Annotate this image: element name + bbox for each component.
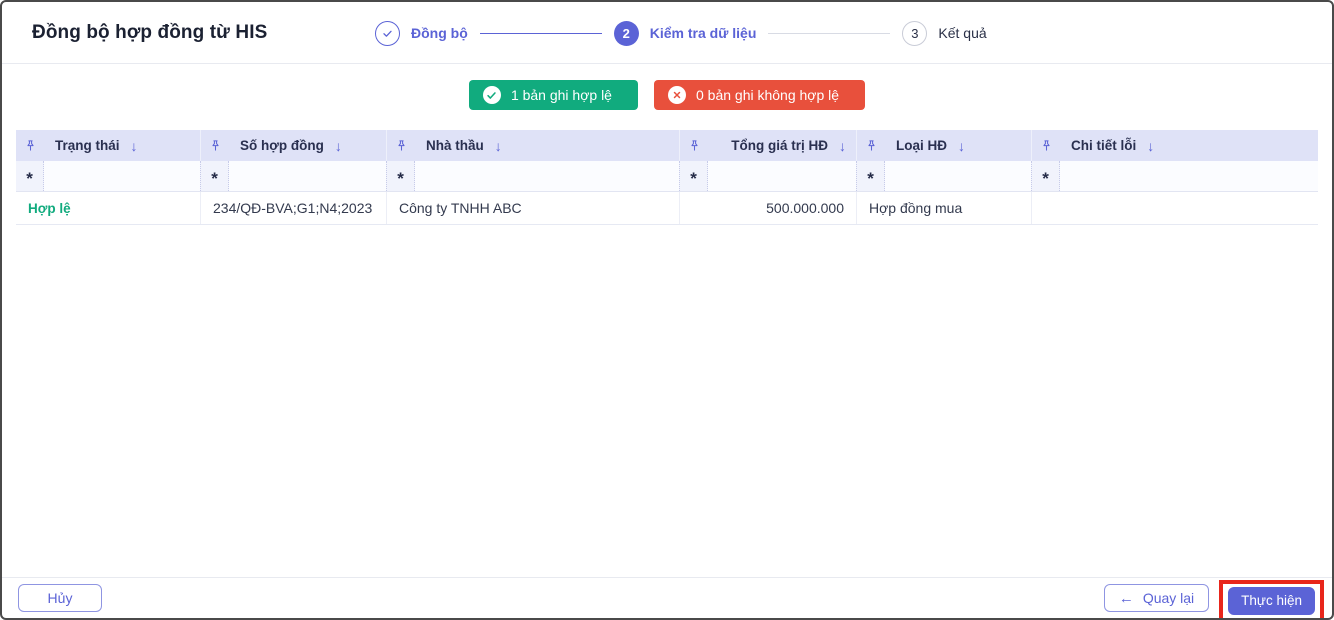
sort-descending-icon[interactable]: ↓	[839, 138, 846, 154]
sort-descending-icon[interactable]: ↓	[335, 138, 342, 154]
table-header-row: Trạng thái ↓ Số hợp đồng ↓ Nhà thầu ↓ Tổ…	[16, 130, 1318, 161]
pin-icon[interactable]	[209, 139, 222, 152]
cell-status: Hợp lệ	[16, 192, 201, 224]
dialog-header: Đồng bộ hợp đồng từ HIS Đồng bộ 2 Kiểm t…	[2, 2, 1332, 64]
sort-descending-icon[interactable]: ↓	[958, 138, 965, 154]
cell-error-detail	[1032, 192, 1318, 224]
cell-contract-number: 234/QĐ-BVA;G1;N4;2023	[201, 192, 387, 224]
valid-records-label: 1 bản ghi hợp lệ	[510, 87, 612, 103]
cell-contract-type: Hợp đồng mua	[857, 192, 1032, 224]
filter-input-status[interactable]	[44, 161, 200, 191]
invalid-records-badge: 0 bản ghi không hợp lệ	[653, 80, 866, 110]
filter-input-total-value[interactable]	[708, 161, 856, 191]
filter-cell-total-value: *	[680, 161, 857, 191]
pin-icon[interactable]	[395, 139, 408, 152]
valid-records-badge: 1 bản ghi hợp lệ	[468, 80, 638, 110]
column-header-total-value[interactable]: Tổng giá trị HĐ ↓	[680, 130, 857, 161]
record-summary: 1 bản ghi hợp lệ 0 bản ghi không hợp lệ	[2, 64, 1332, 110]
step-done-circle	[375, 20, 400, 46]
filter-cell-contract-type: *	[857, 161, 1032, 191]
column-label: Loại HĐ	[896, 138, 948, 153]
filter-cell-contractor: *	[387, 161, 680, 191]
left-arrow-icon: ←	[1118, 589, 1134, 607]
table-row[interactable]: Hợp lệ 234/QĐ-BVA;G1;N4;2023 Công ty TNH…	[16, 192, 1318, 225]
step-label: Kết quả	[938, 25, 987, 41]
step-number: 3	[902, 20, 928, 46]
step-label: Kiểm tra dữ liệu	[649, 25, 757, 41]
cancel-button[interactable]: Hủy	[18, 584, 102, 612]
table-filter-row: * * * * * *	[16, 161, 1318, 192]
back-button[interactable]: ← Quay lại	[1103, 584, 1210, 612]
column-header-error-detail[interactable]: Chi tiết lỗi ↓	[1032, 130, 1318, 161]
filter-input-contract-type[interactable]	[885, 161, 1031, 191]
annotation-highlight-box: Thực hiện	[1219, 579, 1324, 618]
column-label: Tổng giá trị HĐ	[731, 138, 828, 153]
invalid-records-label: 0 bản ghi không hợp lệ	[695, 87, 840, 103]
stepper: Đồng bộ 2 Kiểm tra dữ liệu 3 Kết quả	[375, 2, 987, 64]
stepper-step-result[interactable]: 3 Kết quả	[902, 20, 987, 46]
page-title: Đồng bộ hợp đồng từ HIS	[32, 21, 268, 43]
filter-operator-icon[interactable]: *	[1032, 161, 1060, 191]
filter-cell-error-detail: *	[1032, 161, 1318, 191]
filter-cell-contract-number: *	[201, 161, 387, 191]
column-label: Trạng thái	[55, 138, 120, 153]
contracts-table: Trạng thái ↓ Số hợp đồng ↓ Nhà thầu ↓ Tổ…	[16, 130, 1318, 225]
column-header-contract-number[interactable]: Số hợp đồng ↓	[201, 130, 387, 161]
filter-operator-icon[interactable]: *	[387, 161, 415, 191]
pin-icon[interactable]	[24, 139, 37, 152]
pin-icon[interactable]	[1040, 139, 1053, 152]
stepper-step-sync[interactable]: Đồng bộ	[375, 20, 468, 46]
cell-contractor: Công ty TNHH ABC	[387, 192, 680, 224]
stepper-connector	[768, 32, 891, 34]
check-circle-icon	[482, 86, 501, 104]
cell-total-value: 500.000.000	[680, 192, 857, 224]
filter-operator-icon[interactable]: *	[857, 161, 885, 191]
step-label: Đồng bộ	[411, 25, 468, 41]
sync-contract-dialog: Đồng bộ hợp đồng từ HIS Đồng bộ 2 Kiểm t…	[0, 0, 1334, 620]
column-header-status[interactable]: Trạng thái ↓	[16, 130, 201, 161]
check-icon	[381, 27, 394, 40]
x-circle-icon	[667, 86, 686, 104]
pin-icon[interactable]	[688, 139, 701, 152]
back-button-label: Quay lại	[1142, 590, 1195, 606]
column-label: Số hợp đồng	[240, 138, 324, 153]
sort-descending-icon[interactable]: ↓	[495, 138, 502, 154]
filter-input-contract-number[interactable]	[229, 161, 386, 191]
footer-actions: ← Quay lại Thực hiện	[1103, 579, 1324, 618]
filter-input-error-detail[interactable]	[1060, 161, 1318, 191]
sort-descending-icon[interactable]: ↓	[1147, 138, 1154, 154]
pin-icon[interactable]	[865, 139, 878, 152]
submit-button[interactable]: Thực hiện	[1228, 586, 1315, 615]
column-label: Chi tiết lỗi	[1071, 138, 1137, 153]
column-header-contractor[interactable]: Nhà thầu ↓	[387, 130, 680, 161]
sort-descending-icon[interactable]: ↓	[131, 138, 138, 154]
filter-operator-icon[interactable]: *	[16, 161, 44, 191]
filter-cell-status: *	[16, 161, 201, 191]
filter-operator-icon[interactable]: *	[201, 161, 229, 191]
stepper-connector	[479, 32, 602, 34]
dialog-footer: Hủy ← Quay lại Thực hiện	[2, 577, 1332, 618]
stepper-step-check-data[interactable]: 2 Kiểm tra dữ liệu	[613, 20, 757, 46]
column-label: Nhà thầu	[426, 138, 484, 153]
step-number: 2	[613, 20, 639, 46]
filter-operator-icon[interactable]: *	[680, 161, 708, 191]
filter-input-contractor[interactable]	[415, 161, 679, 191]
column-header-contract-type[interactable]: Loại HĐ ↓	[857, 130, 1032, 161]
